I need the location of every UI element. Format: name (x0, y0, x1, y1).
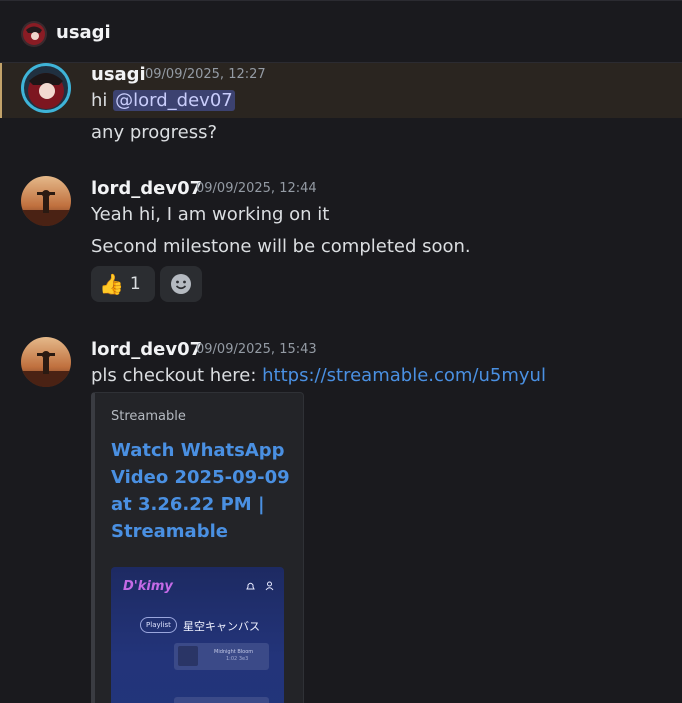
reaction-count: 1 (129, 274, 141, 294)
channel-header: usagi (0, 0, 682, 63)
thumbnail-card: Midnight Bloom 1:02 3e3 (174, 643, 269, 670)
card-title: Midnight Bloom (214, 649, 254, 655)
message-text: Yeah hi, I am working on it (91, 204, 330, 225)
embed-thumbnail[interactable]: D'kimy Playlist 星空キャンバス Midnight Bloom 1… (111, 567, 284, 703)
embed-title[interactable]: Watch WhatsApp Video 2025-09-09 at 3.26.… (111, 437, 291, 545)
thumbnail-card (174, 697, 269, 703)
message-author[interactable]: lord_dev07 (91, 178, 202, 199)
message-author[interactable]: usagi (91, 64, 146, 85)
user-icon (265, 581, 274, 591)
thumbnail-logo: D'kimy (123, 579, 173, 594)
message-author[interactable]: lord_dev07 (91, 339, 202, 360)
thumbnail-heading: 星空キャンバス (183, 620, 260, 633)
link-embed: Streamable Watch WhatsApp Video 2025-09-… (91, 392, 304, 703)
message-text: pls checkout here: https://streamable.co… (91, 365, 546, 386)
bell-icon (246, 582, 255, 590)
thumbs-up-icon: 👍 (99, 272, 124, 296)
message-timestamp: 09/09/2025, 15:43 (196, 342, 317, 357)
message-text: hi @lord_dev07 (91, 90, 235, 111)
message-text-part: pls checkout here: (91, 365, 263, 386)
playlist-pill: Playlist (140, 617, 177, 633)
message-text: any progress? (91, 122, 218, 143)
header-title: usagi (56, 22, 111, 43)
add-reaction-button[interactable] (160, 266, 202, 302)
embed-provider[interactable]: Streamable (111, 409, 186, 424)
avatar-lord-dev07[interactable] (21, 176, 71, 226)
user-mention[interactable]: @lord_dev07 (113, 90, 235, 111)
album-art-icon (178, 646, 198, 666)
reaction-thumbs-up[interactable]: 👍 1 (91, 266, 155, 302)
message-text-part: hi (91, 90, 114, 111)
avatar-usagi[interactable] (21, 63, 71, 113)
header-avatar[interactable] (21, 21, 47, 47)
card-subtitle: 1:02 3e3 (226, 656, 249, 662)
avatar-lord-dev07[interactable] (21, 337, 71, 387)
message-text: Second milestone will be completed soon. (91, 236, 471, 257)
streamable-link[interactable]: https://streamable.com/u5myul (262, 365, 546, 386)
message-timestamp: 09/09/2025, 12:44 (196, 181, 317, 196)
smiley-icon (171, 274, 191, 294)
message-timestamp: 09/09/2025, 12:27 (145, 67, 266, 82)
